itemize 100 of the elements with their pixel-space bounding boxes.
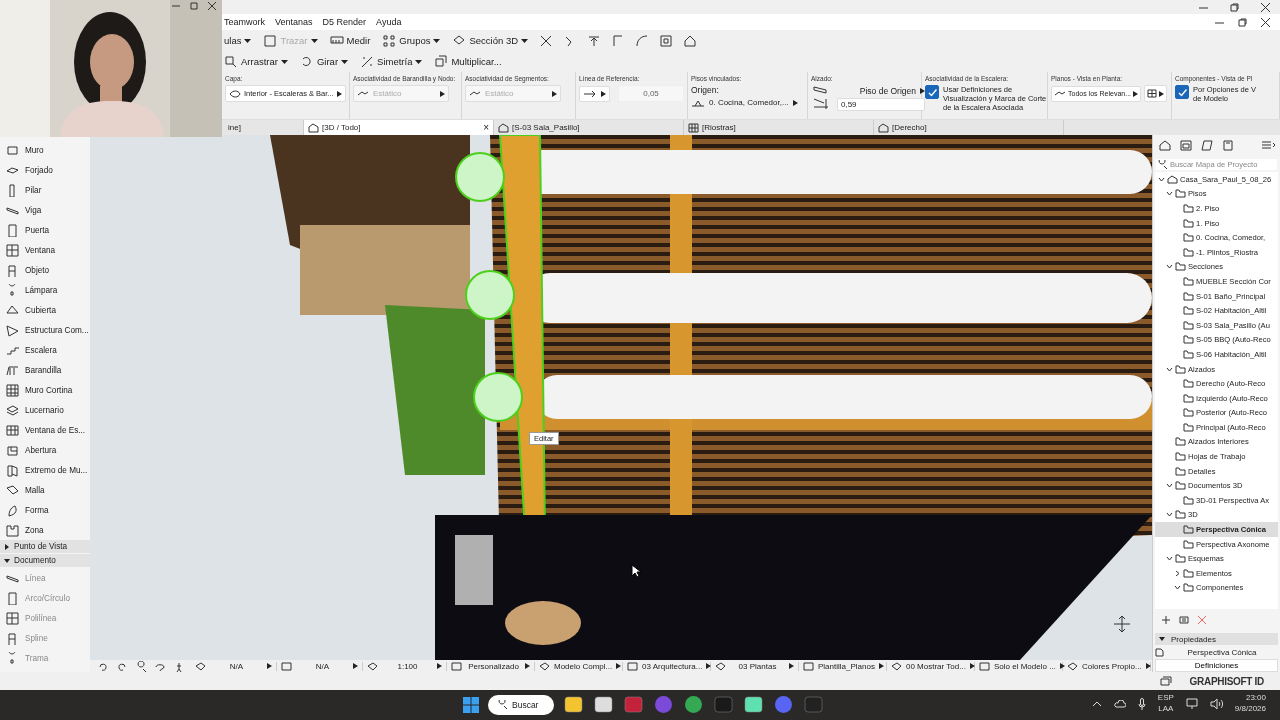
tool-icon	[803, 661, 814, 671]
toolbar-button[interactable]: Sección 3D	[450, 32, 531, 49]
tool-item[interactable]: Pilar	[0, 180, 90, 200]
tool-item[interactable]: Cubierta	[0, 300, 90, 320]
app-icon[interactable]	[563, 694, 584, 715]
tool-item[interactable]: Estructura Com...	[0, 320, 90, 340]
checkbox[interactable]	[925, 85, 939, 99]
tool-icon	[135, 660, 146, 672]
view-options-button[interactable]	[1144, 85, 1168, 102]
status-dropdown[interactable]: Colores Propio...	[1063, 661, 1151, 671]
tool-icon	[6, 443, 19, 457]
toolbar-button[interactable]: Medir	[327, 32, 373, 49]
round-app-icon	[774, 695, 793, 714]
status-dropdown[interactable]: N/A	[191, 661, 277, 671]
tool-item[interactable]: Barandilla	[0, 360, 90, 380]
view-tab[interactable]: [3D / Todo] ×	[304, 120, 494, 135]
menu-item[interactable]: Teamwork	[224, 16, 265, 28]
tool-icon	[6, 403, 19, 417]
navigation-button[interactable]	[134, 659, 147, 673]
caret-icon	[341, 59, 349, 64]
tool-icon	[6, 423, 19, 437]
tool-icon	[367, 661, 378, 671]
square-app-icon	[594, 695, 613, 714]
tool-icon	[6, 223, 19, 237]
tool-item[interactable]: Zona	[0, 520, 90, 540]
toolbar-button[interactable]: Arrastrar	[222, 53, 290, 70]
tool-item[interactable]: Forma	[0, 500, 90, 520]
tool-item[interactable]: Malla	[0, 480, 90, 500]
toolbar-button[interactable]: ulas	[222, 34, 254, 47]
reference-dropdown[interactable]: Piso de Origen	[859, 85, 925, 96]
status-dropdown[interactable]: 03 Plantas	[711, 661, 799, 671]
tool-item[interactable]: Ventana	[0, 240, 90, 260]
tool-item[interactable]: Viga	[0, 200, 90, 220]
tool-icon	[627, 661, 638, 671]
menu-button[interactable]	[1260, 139, 1276, 151]
clock-time[interactable]: 23:00	[1245, 693, 1266, 704]
tool-button[interactable]	[658, 32, 675, 49]
status-dropdown[interactable]: 00 Mostrar Tod...	[887, 661, 975, 671]
menu-item[interactable]: D5 Render	[322, 16, 367, 28]
language-label[interactable]: ESP	[1157, 693, 1174, 704]
status-dropdown[interactable]: 1:100	[363, 661, 447, 671]
tool-icon	[659, 33, 674, 48]
toolbar-button[interactable]: Grupos	[380, 32, 443, 49]
tool-icon	[6, 611, 19, 625]
taskbar-search[interactable]: Buscar	[488, 694, 554, 715]
map-tab[interactable]	[1178, 137, 1193, 153]
tool-item[interactable]: Extremo de Mu...	[0, 460, 90, 480]
tool-item[interactable]: Forjado	[0, 160, 90, 180]
status-dropdown[interactable]: Solo el Modelo ...	[975, 661, 1063, 671]
chevron-up-icon	[1091, 700, 1102, 707]
tool-item[interactable]: Puerta	[0, 220, 90, 240]
elevation-icon	[811, 85, 831, 111]
cursor-icon	[631, 564, 641, 578]
app-icon[interactable]	[743, 694, 764, 715]
toolbar-button[interactable]: Girar	[297, 53, 351, 70]
add-icon	[1161, 615, 1171, 625]
tool-item[interactable]: Muro	[0, 140, 90, 160]
tool-item[interactable]: Muro Cortina	[0, 380, 90, 400]
menu-item[interactable]: Ayuda	[376, 16, 402, 28]
toolbar-button[interactable]: Simetría	[358, 53, 425, 70]
elevation-field[interactable]: 0,59	[837, 97, 925, 111]
status-dropdown[interactable]: Modelo Compl...	[535, 661, 623, 671]
tool-item[interactable]: Escalera	[0, 340, 90, 360]
clock-date[interactable]: 9/8/2026	[1234, 703, 1266, 715]
arrow-style-button[interactable]	[579, 85, 610, 102]
map-tab[interactable]	[1199, 137, 1214, 153]
settings-button[interactable]: Definiciones	[1155, 659, 1278, 672]
caret-icon	[280, 59, 288, 64]
offset-field[interactable]: 0,05	[618, 85, 684, 102]
checkbox[interactable]	[1175, 85, 1189, 99]
layout-label[interactable]: LAA	[1158, 703, 1174, 715]
property-value: Perspectiva Cónica	[1186, 647, 1258, 657]
toggle-arrow-icon	[1159, 636, 1165, 642]
app-icon[interactable]	[593, 694, 614, 715]
arrow-icon	[878, 663, 884, 669]
tool-item[interactable]: Ventana de Es...	[0, 420, 90, 440]
tool-item[interactable]: Abertura	[0, 440, 90, 460]
caret-icon	[433, 38, 441, 43]
app-icon[interactable]	[683, 694, 704, 715]
status-dropdown[interactable]: 03 Arquitectura...	[623, 661, 711, 671]
menu-item[interactable]: Ventanas	[275, 16, 313, 28]
caret-icon	[415, 59, 423, 64]
toolbar-button[interactable]: Multiplicar...	[432, 53, 504, 70]
tool-icon	[715, 661, 726, 671]
tool-item[interactable]: Lámpara	[0, 280, 90, 300]
status-dropdown[interactable]: N/A	[277, 661, 363, 671]
tool-item[interactable]: Lucernario	[0, 400, 90, 420]
view-icon	[1155, 647, 1164, 657]
tool-icon	[6, 523, 19, 537]
view-icon	[878, 122, 889, 133]
tool-item[interactable]: Objeto	[0, 260, 90, 280]
properties-header[interactable]: Propiedades	[1155, 633, 1278, 645]
tool-icon	[281, 661, 292, 671]
status-dropdown[interactable]: Plantilla_Planos	[799, 661, 887, 671]
account-label: GRAPHISOFT ID	[1189, 675, 1264, 687]
close-icon[interactable]: ×	[483, 122, 489, 133]
palette-section[interactable]: Punto de Vista	[0, 540, 90, 553]
story-dropdown[interactable]: 0. Cocina, Comedor,...	[691, 98, 804, 107]
palette-section[interactable]: Documento	[0, 554, 90, 567]
status-dropdown[interactable]: Personalizado	[447, 661, 535, 671]
